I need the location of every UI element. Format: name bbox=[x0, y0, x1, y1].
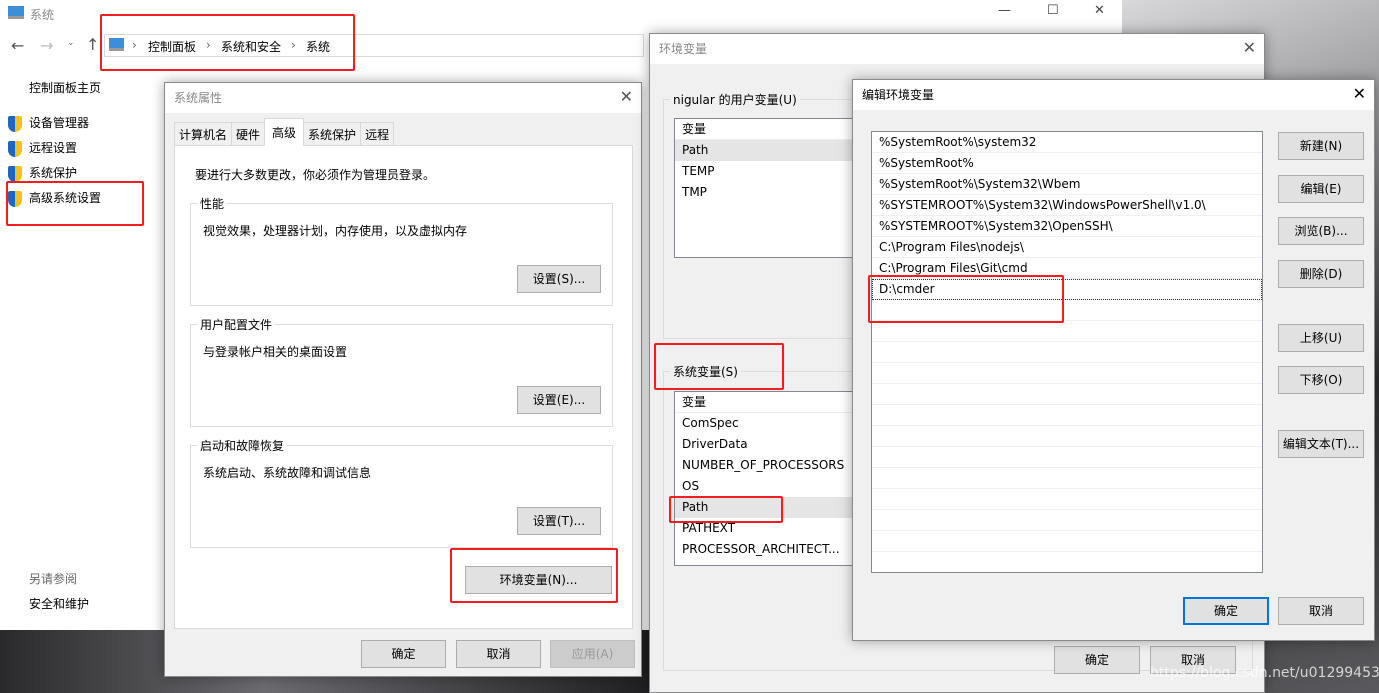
profile-group: 用户配置文件 与登录帐户相关的桌面设置 设置(E)... bbox=[190, 316, 613, 427]
edit-button[interactable]: 编辑(E) bbox=[1278, 175, 1364, 203]
dialog-title: 系统属性 bbox=[165, 83, 641, 113]
sidebar-item-remote[interactable]: 远程设置 bbox=[8, 139, 77, 157]
empty-row[interactable] bbox=[872, 321, 1262, 342]
group-label: 启动和故障恢复 bbox=[197, 437, 288, 454]
empty-row[interactable] bbox=[872, 489, 1262, 510]
close-button[interactable]: ✕ bbox=[1094, 3, 1105, 18]
user-var-row[interactable]: Path bbox=[675, 140, 873, 161]
maximize-button[interactable]: ☐ bbox=[1047, 3, 1059, 18]
tab-hardware[interactable]: 硬件 bbox=[231, 122, 266, 146]
system-var-row[interactable]: ComSpec bbox=[675, 413, 873, 434]
path-entry-row[interactable]: %SystemRoot%\system32 bbox=[872, 132, 1262, 153]
group-desc: 系统启动、系统故障和调试信息 bbox=[203, 466, 372, 480]
apply-button[interactable]: 应用(A) bbox=[550, 640, 635, 668]
forward-icon[interactable]: → bbox=[40, 36, 53, 55]
empty-row[interactable] bbox=[872, 405, 1262, 426]
column-header-variable[interactable]: 变量 bbox=[675, 392, 873, 413]
column-header-variable[interactable]: 变量 bbox=[675, 119, 873, 140]
tab-advanced[interactable]: 高级 bbox=[264, 118, 305, 146]
sidebar-item-device-manager[interactable]: 设备管理器 bbox=[8, 114, 89, 132]
browse-button[interactable]: 浏览(B)... bbox=[1278, 217, 1364, 245]
annotation-box bbox=[450, 548, 618, 603]
ok-button[interactable]: 确定 bbox=[361, 640, 446, 668]
empty-row[interactable] bbox=[872, 468, 1262, 489]
empty-row[interactable] bbox=[872, 342, 1262, 363]
startup-group: 启动和故障恢复 系统启动、系统故障和调试信息 设置(T)... bbox=[190, 437, 613, 548]
path-entries-list[interactable]: %SystemRoot%\system32 %SystemRoot% %System… bbox=[871, 131, 1263, 573]
empty-row[interactable] bbox=[872, 531, 1262, 552]
empty-row[interactable] bbox=[872, 552, 1262, 572]
admin-notice: 要进行大多数更改，你必须作为管理员登录。 bbox=[195, 168, 436, 182]
empty-row[interactable] bbox=[872, 510, 1262, 531]
system-var-row[interactable]: PROCESSOR_ARCHITECT... bbox=[675, 539, 873, 560]
empty-row[interactable] bbox=[872, 447, 1262, 468]
close-icon[interactable]: ✕ bbox=[1353, 84, 1366, 103]
group-label: nigular 的用户变量(U) bbox=[670, 91, 800, 108]
path-entry-row[interactable]: %SYSTEMROOT%\System32\WindowsPowerShell\… bbox=[872, 195, 1262, 216]
shield-icon bbox=[8, 140, 22, 157]
minimize-button[interactable]: — bbox=[998, 3, 1011, 18]
group-label: 用户配置文件 bbox=[197, 316, 276, 333]
path-entry-row[interactable]: C:\Program Files\nodejs\ bbox=[872, 237, 1262, 258]
computer-icon bbox=[8, 6, 24, 19]
annotation-box bbox=[868, 275, 1064, 323]
empty-row[interactable] bbox=[872, 363, 1262, 384]
dialog-title: 编辑环境变量 bbox=[853, 80, 1374, 110]
group-label: 性能 bbox=[197, 195, 228, 212]
edit-text-button[interactable]: 编辑文本(T)... bbox=[1278, 430, 1364, 458]
back-icon[interactable]: ← bbox=[11, 36, 24, 55]
system-var-row[interactable]: DriverData bbox=[675, 434, 873, 455]
shield-icon bbox=[8, 115, 22, 132]
up-icon[interactable]: ↑ bbox=[86, 35, 99, 54]
close-icon[interactable]: ✕ bbox=[620, 87, 633, 106]
watermark: https://blog.csdn.net/u012994531 bbox=[1150, 665, 1379, 681]
edit-environment-variable-dialog: 编辑环境变量 ✕ %SystemRoot%\system32 %SystemRoo… bbox=[852, 79, 1375, 641]
user-vars-list[interactable]: 变量 Path TEMP TMP bbox=[674, 118, 874, 258]
move-down-button[interactable]: 下移(O) bbox=[1278, 366, 1364, 394]
recent-chevron-icon[interactable]: ⌄ bbox=[67, 38, 75, 48]
ok-button[interactable]: 确定 bbox=[1054, 646, 1140, 674]
annotation-box bbox=[669, 496, 783, 523]
user-var-row[interactable]: TEMP bbox=[675, 161, 873, 182]
system-var-row[interactable]: OS bbox=[675, 476, 873, 497]
empty-row[interactable] bbox=[872, 426, 1262, 447]
sidebar-home[interactable]: 控制面板主页 bbox=[29, 79, 101, 96]
annotation-box bbox=[6, 181, 144, 226]
system-var-row[interactable]: NUMBER_OF_PROCESSORS bbox=[675, 455, 873, 476]
tab-strip: 计算机名 硬件 高级 系统保护 远程 bbox=[174, 118, 395, 146]
cancel-button[interactable]: 取消 bbox=[1278, 597, 1364, 625]
ok-button[interactable]: 确定 bbox=[1183, 597, 1269, 625]
tab-system-protection[interactable]: 系统保护 bbox=[303, 122, 362, 146]
see-also-security[interactable]: 安全和维护 bbox=[29, 595, 89, 612]
see-also-heading: 另请参阅 bbox=[29, 572, 78, 586]
sidebar-item-protection[interactable]: 系统保护 bbox=[8, 164, 77, 182]
performance-group: 性能 视觉效果，处理器计划，内存使用，以及虚拟内存 设置(S)... bbox=[190, 195, 613, 306]
new-button[interactable]: 新建(N) bbox=[1278, 132, 1364, 160]
path-entry-row[interactable]: %SystemRoot%\System32\Wbem bbox=[872, 174, 1262, 195]
system-vars-list[interactable]: 变量 ComSpec DriverData NUMBER_OF_PROCESSORS… bbox=[674, 391, 874, 566]
dialog-title: 环境变量 bbox=[650, 34, 1264, 64]
performance-settings-button[interactable]: 设置(S)... bbox=[517, 265, 601, 293]
move-up-button[interactable]: 上移(U) bbox=[1278, 324, 1364, 352]
close-icon[interactable]: ✕ bbox=[1243, 38, 1256, 57]
empty-row[interactable] bbox=[872, 384, 1262, 405]
annotation-box bbox=[654, 343, 784, 390]
shield-icon bbox=[8, 165, 22, 182]
cancel-button[interactable]: 取消 bbox=[456, 640, 541, 668]
profile-settings-button[interactable]: 设置(E)... bbox=[517, 386, 601, 414]
tab-remote[interactable]: 远程 bbox=[360, 122, 395, 146]
group-desc: 视觉效果，处理器计划，内存使用，以及虚拟内存 bbox=[203, 224, 468, 238]
path-entry-row[interactable]: %SYSTEMROOT%\System32\OpenSSH\ bbox=[872, 216, 1262, 237]
group-desc: 与登录帐户相关的桌面设置 bbox=[203, 345, 348, 359]
delete-button[interactable]: 删除(D) bbox=[1278, 260, 1364, 288]
startup-settings-button[interactable]: 设置(T)... bbox=[517, 507, 601, 535]
tab-computer-name[interactable]: 计算机名 bbox=[174, 122, 233, 146]
annotation-box bbox=[100, 14, 355, 71]
path-entry-row[interactable]: %SystemRoot% bbox=[872, 153, 1262, 174]
user-var-row[interactable]: TMP bbox=[675, 182, 873, 203]
window-title: 系统 bbox=[30, 8, 55, 22]
